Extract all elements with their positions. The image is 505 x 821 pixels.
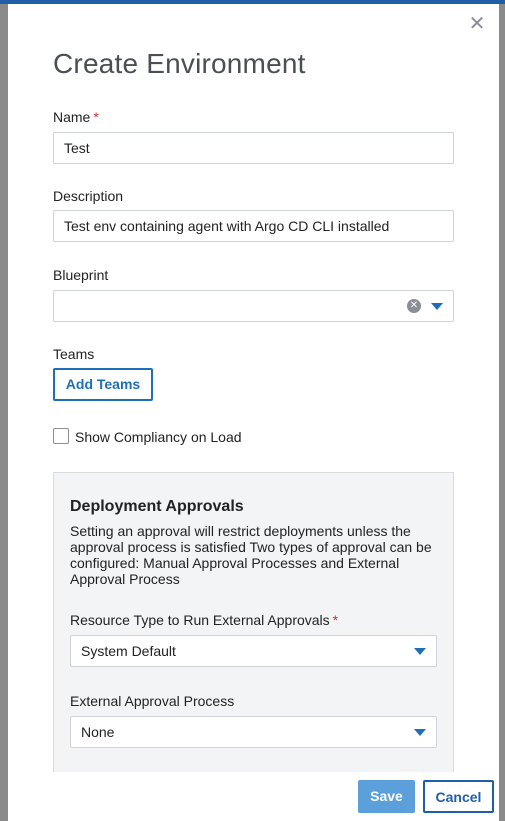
required-marker: * bbox=[332, 612, 339, 628]
resource-type-value: System Default bbox=[81, 643, 176, 659]
blueprint-label: Blueprint bbox=[53, 267, 109, 283]
clear-icon[interactable]: ✕ bbox=[407, 299, 421, 313]
name-input[interactable]: Test bbox=[53, 132, 454, 164]
chevron-down-icon[interactable] bbox=[431, 303, 443, 310]
save-button[interactable]: Save bbox=[358, 780, 415, 813]
background-app-right bbox=[499, 4, 505, 821]
background-app-left bbox=[0, 4, 8, 821]
approvals-description: Setting an approval will restrict deploy… bbox=[70, 523, 432, 587]
dialog-title: Create Environment bbox=[53, 48, 306, 79]
required-marker: * bbox=[93, 109, 99, 125]
resource-type-label: Resource Type to Run External Approvals * bbox=[70, 612, 338, 628]
description-input[interactable]: Test env containing agent with Argo CD C… bbox=[53, 210, 454, 242]
add-teams-button[interactable]: Add Teams bbox=[53, 368, 153, 401]
create-environment-dialog: ✕ Create Environment Name * Test Descript… bbox=[8, 4, 499, 821]
external-process-label: External Approval Process bbox=[70, 693, 235, 709]
name-label: Name * bbox=[53, 109, 99, 125]
description-label: Description bbox=[53, 188, 124, 204]
cancel-button[interactable]: Cancel bbox=[423, 780, 494, 813]
blueprint-select[interactable]: ✕ bbox=[53, 290, 454, 322]
resource-type-label-text: Resource Type to Run External Approvals bbox=[70, 612, 330, 628]
resource-type-select[interactable]: System Default bbox=[70, 635, 437, 667]
compliancy-checkbox[interactable] bbox=[53, 428, 69, 444]
compliancy-label: Show Compliancy on Load bbox=[75, 429, 242, 445]
name-label-text: Name bbox=[53, 109, 91, 125]
teams-label: Teams bbox=[53, 346, 95, 362]
chevron-down-icon[interactable] bbox=[414, 648, 426, 655]
external-process-select[interactable]: None bbox=[70, 716, 437, 748]
external-process-value: None bbox=[81, 724, 115, 740]
close-icon[interactable]: ✕ bbox=[467, 14, 487, 34]
approvals-title: Deployment Approvals bbox=[70, 498, 244, 515]
deployment-approvals-panel: Deployment Approvals Setting an approval… bbox=[53, 472, 454, 772]
chevron-down-icon[interactable] bbox=[414, 729, 426, 736]
